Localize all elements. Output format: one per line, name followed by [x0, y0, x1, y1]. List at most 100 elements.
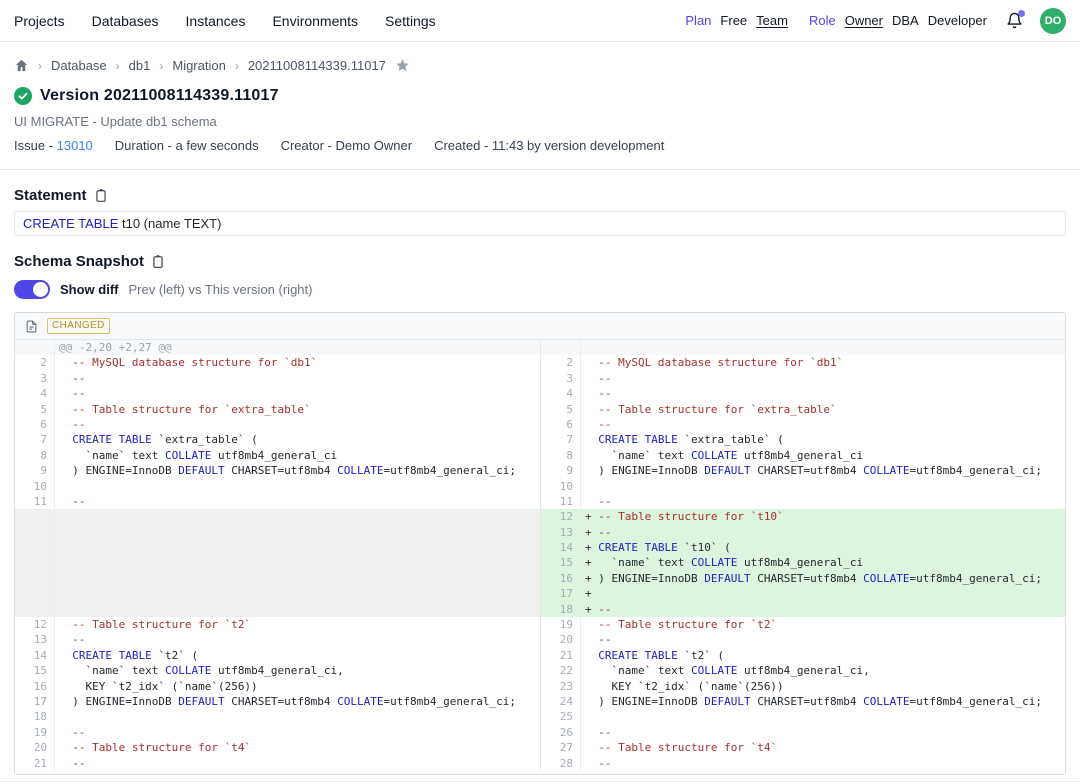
line-number: 27 [541, 740, 581, 755]
copy-statement-icon[interactable] [94, 188, 108, 203]
diff-line: 12 -- Table structure for `t2` [15, 617, 540, 632]
nav-item-environments[interactable]: Environments [272, 13, 358, 29]
line-number: 14 [15, 648, 55, 663]
diff-line: @@ -2,20 +2,27 @@ [15, 340, 540, 355]
role-label: Role [809, 13, 836, 28]
diff-line: 7 CREATE TABLE `extra_table` ( [15, 432, 540, 447]
line-number: 11 [15, 494, 55, 509]
line-number: 22 [541, 663, 581, 678]
diff-line: 9 ) ENGINE=InnoDB DEFAULT CHARSET=utf8mb… [15, 463, 540, 478]
breadcrumb-item-20211008114339.11017[interactable]: 20211008114339.11017 [248, 58, 386, 73]
role-option-developer[interactable]: Developer [928, 13, 987, 28]
line-number: 3 [541, 371, 581, 386]
line-code: -- [581, 417, 1065, 432]
line-number: 23 [541, 679, 581, 694]
issue-label: Issue - [14, 138, 53, 153]
line-number: 13 [15, 632, 55, 647]
diff-line: 12+ -- Table structure for `t10` [541, 509, 1065, 524]
line-number: 20 [541, 632, 581, 647]
diff-line: 21 -- [15, 756, 540, 771]
diff-pane-previous: @@ -2,20 +2,27 @@2 -- MySQL database str… [15, 340, 540, 771]
line-code: -- [581, 725, 1065, 740]
line-number [15, 509, 55, 524]
nav-item-settings[interactable]: Settings [385, 13, 436, 29]
line-number: 8 [15, 448, 55, 463]
diff-line [541, 340, 1065, 355]
nav-item-projects[interactable]: Projects [14, 13, 65, 29]
line-code: -- [55, 756, 540, 771]
line-number [15, 340, 55, 355]
avatar[interactable]: DO [1040, 8, 1066, 34]
breadcrumb-item-database[interactable]: Database [51, 58, 107, 73]
breadcrumb-item-db1[interactable]: db1 [129, 58, 151, 73]
line-code: CREATE TABLE `extra_table` ( [55, 432, 540, 447]
line-code: + [581, 586, 1065, 601]
line-number [15, 586, 55, 601]
star-icon[interactable] [395, 58, 410, 73]
diff-line: 10 [541, 479, 1065, 494]
role-option-owner[interactable]: Owner [845, 13, 883, 28]
version-subtitle: UI MIGRATE - Update db1 schema [14, 114, 1066, 129]
breadcrumb-separator: › [116, 59, 120, 73]
line-code: -- [55, 386, 540, 401]
meta-creator: Creator - Demo Owner [281, 138, 412, 153]
breadcrumb-separator: › [159, 59, 163, 73]
diff-toggle-row: Show diff Prev (left) vs This version (r… [14, 280, 1066, 299]
line-number: 2 [15, 355, 55, 370]
line-number: 4 [541, 386, 581, 401]
line-number: 21 [541, 648, 581, 663]
line-number: 9 [15, 463, 55, 478]
show-diff-toggle[interactable] [14, 280, 50, 299]
line-code [55, 509, 540, 524]
statement-sql: CREATE TABLE t10 (name TEXT) [14, 211, 1066, 236]
plan-option-free[interactable]: Free [720, 13, 747, 28]
account-bar: Plan Free Team Role Owner DBA Developer … [685, 8, 1066, 34]
issue-link[interactable]: 13010 [57, 138, 93, 153]
diff-line: 17 ) ENGINE=InnoDB DEFAULT CHARSET=utf8m… [15, 694, 540, 709]
diff-line: 15+ `name` text COLLATE utf8mb4_general_… [541, 555, 1065, 570]
diff-line: 11 -- [541, 494, 1065, 509]
diff-line: 23 KEY `t2_idx` (`name`(256)) [541, 679, 1065, 694]
line-number: 5 [541, 402, 581, 417]
line-number: 12 [15, 617, 55, 632]
line-code: -- [581, 371, 1065, 386]
diff-line: 2 -- MySQL database structure for `db1` [541, 355, 1065, 370]
statement-heading-label: Statement [14, 187, 87, 204]
diff-panel-header: CHANGED [15, 313, 1065, 340]
line-number [15, 571, 55, 586]
nav-item-databases[interactable]: Databases [92, 13, 159, 29]
line-code: -- [581, 756, 1065, 771]
line-number: 18 [15, 709, 55, 724]
nav-item-instances[interactable]: Instances [186, 13, 246, 29]
notification-dot [1018, 10, 1025, 17]
line-code: -- MySQL database structure for `db1` [581, 355, 1065, 370]
line-code: -- [55, 417, 540, 432]
line-code [55, 555, 540, 570]
meta-issue: Issue - 13010 [14, 138, 93, 153]
role-option-dba[interactable]: DBA [892, 13, 919, 28]
diff-line: 2 -- MySQL database structure for `db1` [15, 355, 540, 370]
breadcrumb-items: ›Database›db1›Migration›20211008114339.1… [38, 58, 386, 73]
schema-diff-panel: CHANGED @@ -2,20 +2,27 @@2 -- MySQL data… [14, 312, 1066, 775]
page-title: Version 20211008114339.11017 [40, 87, 279, 105]
breadcrumb-item-migration[interactable]: Migration [172, 58, 225, 73]
home-icon[interactable] [14, 58, 29, 73]
diff-line [15, 540, 540, 555]
diff-line: 20 -- Table structure for `t4` [15, 740, 540, 755]
line-number [15, 602, 55, 617]
file-icon [25, 319, 38, 334]
line-number: 17 [541, 586, 581, 601]
diff-line [15, 586, 540, 601]
diff-line: 28 -- [541, 756, 1065, 771]
line-code: ) ENGINE=InnoDB DEFAULT CHARSET=utf8mb4 … [581, 463, 1065, 478]
line-code [581, 709, 1065, 724]
diff-line [15, 509, 540, 524]
notification-bell-icon[interactable] [1006, 12, 1023, 29]
diff-line: 9 ) ENGINE=InnoDB DEFAULT CHARSET=utf8mb… [541, 463, 1065, 478]
diff-line: 16+ ) ENGINE=InnoDB DEFAULT CHARSET=utf8… [541, 571, 1065, 586]
line-code: -- Table structure for `t2` [581, 617, 1065, 632]
line-code [55, 571, 540, 586]
copy-schema-icon[interactable] [151, 254, 165, 269]
plan-option-team[interactable]: Team [756, 13, 788, 28]
line-code: `name` text COLLATE utf8mb4_general_ci [581, 448, 1065, 463]
